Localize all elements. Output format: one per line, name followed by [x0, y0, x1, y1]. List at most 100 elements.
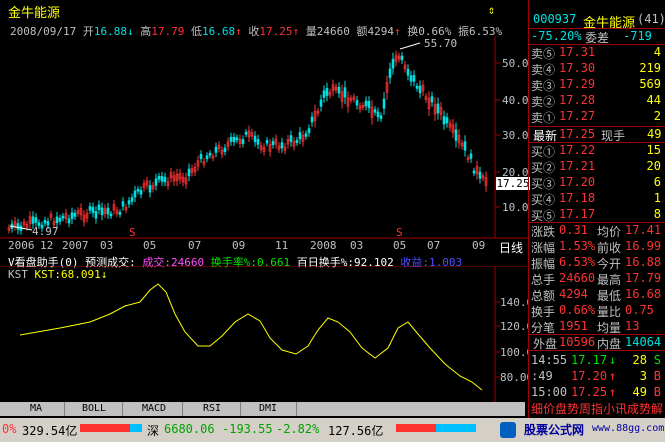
candle-body [70, 212, 74, 220]
tick-row: 15:00 17.25 ↑ 49 B [529, 385, 665, 401]
tab-macd[interactable]: MACD [126, 402, 183, 416]
period-label[interactable]: 日线 [499, 239, 523, 256]
stats-block: 涨跌 0.31 均价 17.41 涨幅 1.53% 前收 16.99 振幅 6.53% 今开 16.8… [529, 222, 665, 335]
candle-body [325, 88, 329, 96]
candle-body [97, 204, 101, 211]
candlesticks [7, 42, 488, 235]
book-volume: 219 [639, 61, 661, 75]
tick-side: B [653, 369, 661, 383]
status-bar: 0% 329.54亿 深 6680.06 -193.55 -2.82% 127.… [0, 418, 665, 442]
book-price: 17.20 [559, 175, 596, 189]
candle-body [289, 135, 293, 142]
book-price: 17.21 [559, 159, 596, 173]
stat-value: 0.66% [559, 303, 596, 317]
book-row: 买③ 17.20 6 [529, 175, 665, 191]
date-tick-label: 05 [143, 239, 157, 252]
candle-body [241, 139, 245, 144]
tick-row: 14:55 17.17 ↓ 28 S [529, 353, 665, 369]
book-row: 买④ 17.18 1 [529, 191, 665, 207]
book-volume: 44 [646, 93, 661, 107]
sh-amount: 329.54亿 [22, 424, 78, 438]
candle-body [310, 116, 314, 123]
sh-change: 0% [2, 422, 17, 436]
book-level-label: 卖② [531, 95, 556, 109]
book-row: 卖① 17.27 2 [529, 109, 665, 125]
sell-book: 卖⑤ 17.31 4 卖④ 17.30 219 卖③ 17.29 569 卖② 17.28 44 卖① 1… [529, 44, 665, 125]
candle-body [478, 171, 482, 179]
price-chart[interactable]: 50.0040.0030.0020.0010.00 [0, 36, 528, 256]
candle-body [304, 133, 308, 137]
kst-chart[interactable]: 140.00 120.00 100.00 80.00 [0, 266, 528, 402]
tick-time: 15:00 [531, 385, 568, 399]
book-row: 卖④ 17.30 219 [529, 61, 665, 77]
stat-label: 最低 [597, 289, 622, 303]
split-marker-1: S [129, 226, 136, 239]
date-tick-label: 2008 [310, 239, 337, 252]
inner-value: 14064 [625, 335, 662, 349]
stat-row: 分笔 1951 均量 13 [529, 319, 665, 335]
outer-inner-row: 外盘 10596 内盘 14064 [529, 334, 665, 351]
outer-value: 10596 [559, 335, 596, 349]
stat-value: 16.88 [625, 255, 662, 269]
candle-body [187, 168, 191, 177]
stat-value: 16.68 [625, 287, 662, 301]
candle-body [367, 101, 371, 109]
candle-body [205, 155, 209, 160]
candle-body [364, 100, 368, 107]
stat-row: 涨跌 0.31 均价 17.41 [529, 223, 665, 239]
candle-body [253, 135, 257, 143]
book-price: 17.29 [559, 77, 596, 91]
tab-ma[interactable]: MA [8, 402, 65, 416]
candle-body [463, 141, 467, 151]
candle-body [163, 176, 167, 183]
book-row: 卖⑤ 17.31 4 [529, 45, 665, 61]
weicha-value: -719 [623, 29, 652, 43]
date-tick-label: 09 [472, 239, 486, 252]
candle-body [244, 131, 248, 135]
indicator-tabs: MA BOLL MACD RSI DMI [0, 402, 525, 416]
candle-body [412, 75, 416, 82]
tab-dmi[interactable]: DMI [240, 402, 297, 416]
candle-body [415, 85, 419, 89]
sz-amount: 127.56亿 [328, 424, 384, 438]
book-volume: 8 [653, 207, 661, 221]
stat-label: 涨幅 [531, 241, 556, 255]
weibi-row: -75.20% 委差 -719 [529, 28, 665, 45]
tick-arrow-icon: ↑ [609, 369, 617, 383]
book-price: 17.28 [559, 93, 596, 107]
tab-boll[interactable]: BOLL [66, 402, 123, 416]
candle-body [472, 170, 476, 174]
stat-value: 6.53% [559, 255, 596, 269]
price-tick-label: 30.00 [502, 129, 528, 142]
candle-body [454, 129, 458, 141]
candle-body [373, 109, 377, 113]
stat-value: 0.75 [625, 303, 654, 317]
book-volume: 20 [646, 159, 661, 173]
tab-rsi[interactable]: RSI [184, 402, 241, 416]
stat-label: 总额 [531, 289, 556, 303]
book-price: 17.17 [559, 207, 596, 221]
panel-tabs-label[interactable]: 细价盘势周指小讯成势解 [531, 400, 663, 417]
candle-body [73, 212, 77, 217]
book-volume: 1 [653, 191, 661, 205]
stat-row: 总额 4294 最低 16.68 [529, 287, 665, 303]
site-url: www.88gg.com [592, 423, 665, 434]
site-logo-icon [500, 422, 516, 438]
quote-header: 000937 金牛能源 (41) [529, 12, 665, 31]
price-axis: 50.0040.0030.0020.0010.00 [495, 57, 528, 214]
candle-body [154, 178, 158, 186]
panel-bottom-tabs[interactable]: 细价盘势周指小讯成势解 [529, 400, 665, 416]
stock-code: 000937 [533, 12, 577, 26]
scroll-arrows-icon[interactable]: ⇕ [488, 3, 495, 17]
candle-body [61, 215, 65, 219]
tick-price: 17.25 [571, 385, 608, 399]
kst-axis: 140.00 120.00 100.00 80.00 [495, 296, 528, 384]
tick-price: 17.20 [571, 369, 608, 383]
stat-value: 13 [625, 319, 640, 333]
candle-body [442, 116, 446, 125]
candle-body [199, 154, 203, 159]
candle-body [469, 153, 473, 159]
candle-body [43, 219, 47, 224]
candle-body [343, 87, 347, 98]
candle-body [355, 100, 359, 106]
